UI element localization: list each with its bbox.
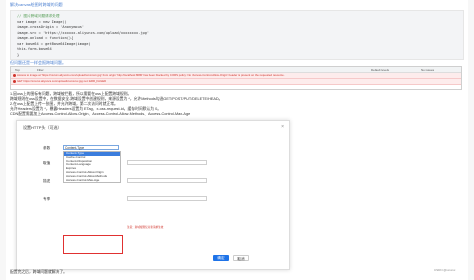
devtools-console-screenshot: Top Filter Default levels No issues Acce…	[10, 66, 462, 90]
code-line: var image = new Image()	[17, 19, 67, 24]
console-errors: Access to image at 'https://xxxxxx.aliyu…	[11, 73, 461, 89]
code-line: image.crossOrigin = 'Anonymous'	[17, 25, 85, 29]
error-text: Access to image at 'https://xxxxxx.aliyu…	[17, 73, 285, 77]
code-line: this.form.base64	[17, 47, 52, 51]
http-header-dialog: 设置HTTP头（可选） × 参数 Content-Type Content-Ty…	[16, 120, 290, 270]
code-block: // 图片跨域问题请求处理 var image = new Image() imag…	[10, 10, 464, 60]
code-line: // 图片跨域问题请求处理	[17, 14, 60, 18]
dialog-hint: 注意：跨域规则仅对新请求生效	[127, 226, 164, 229]
code-line: image.src = 'https://xxxxxx.aliyuncs.com…	[17, 30, 149, 35]
row-label-exclusive: 专享	[43, 197, 51, 201]
row-label-param: 参数	[43, 146, 51, 150]
code-line: }	[17, 52, 20, 57]
row-label-desc: 描述	[43, 179, 51, 183]
value-input[interactable]	[127, 160, 207, 165]
dropdown-option[interactable]: Access-Control-Max-Age	[64, 178, 120, 183]
watermark: CSDN @xxxxxx	[434, 268, 456, 272]
error-icon	[13, 74, 16, 77]
article-container: 解决canvas绘图时跨域的问题 // 图片跨域问题请求处理 var image …	[6, 0, 468, 280]
error-text: GET https://xxxxxx.aliyuncs.com/upload/x…	[17, 79, 107, 83]
highlight-box	[63, 235, 123, 254]
paragraph-5: CDN配置需要加上Access-Control-Allow-Origin、Acc…	[10, 112, 191, 116]
code-line: var base64 = getBase64Image(image)	[17, 41, 91, 46]
toolbar-filter[interactable]: Filter	[37, 68, 44, 72]
footer-text: 配置完之后，跨域问题就解决了。	[10, 270, 67, 274]
exclusive-input[interactable]	[127, 196, 207, 201]
param-dropdown: Content-Type Cache-Control Content-Disposi…	[63, 151, 121, 184]
article-link[interactable]: 解决canvas绘图时跨域的问题	[10, 2, 63, 8]
dialog-title: 设置HTTP头（可选）	[23, 125, 62, 130]
desc-input[interactable]	[127, 178, 207, 183]
console-error-line: GET https://xxxxxx.aliyuncs.com/upload/x…	[11, 79, 461, 85]
toolbar-levels[interactable]: Default levels	[371, 68, 389, 72]
confirm-button[interactable]: 确定	[213, 255, 229, 261]
code-line: image.onload = function(){	[17, 36, 74, 40]
toolbar-context[interactable]: Top	[15, 68, 20, 72]
param-select[interactable]: Content-Type	[63, 145, 119, 150]
toolbar-issues[interactable]: No issues	[421, 68, 434, 72]
cancel-button[interactable]: 取消	[233, 255, 249, 261]
close-icon[interactable]: ×	[281, 124, 284, 130]
row-label-value: 取值	[43, 161, 51, 165]
error-icon	[13, 80, 16, 83]
